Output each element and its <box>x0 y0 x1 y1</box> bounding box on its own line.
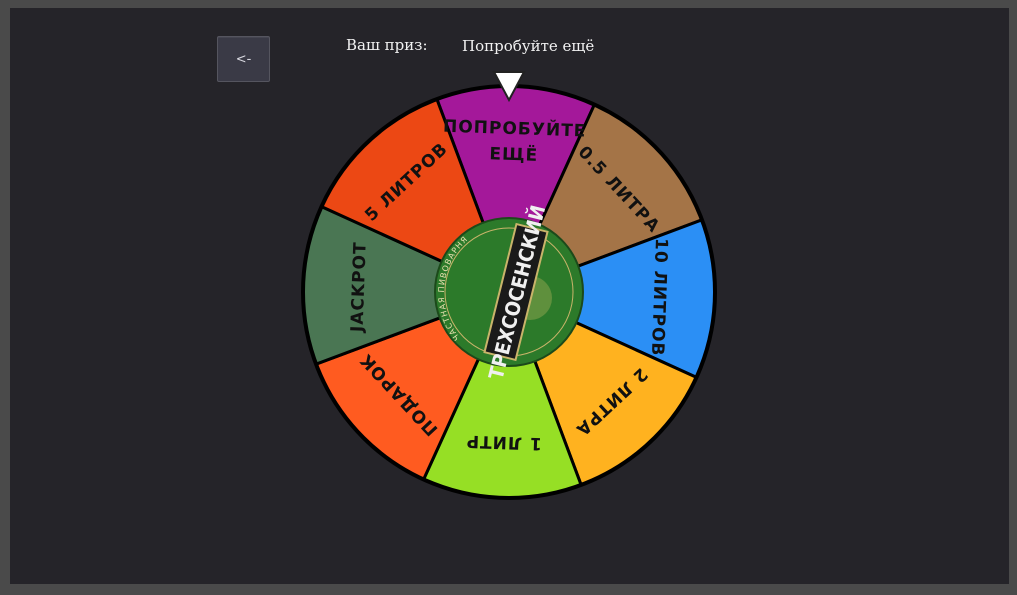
wheel-segment-label: 10 ЛИТРОВ <box>647 238 671 357</box>
wheel-segment-label: 1 ЛИТР <box>465 431 542 454</box>
wheel-segment-label-line: 10 ЛИТРОВ <box>647 238 671 357</box>
wheel-segment-label: JACKPOT <box>347 241 370 333</box>
wheel-segment-label-line: JACKPOT <box>347 241 370 333</box>
prize-wheel[interactable]: ПОПРОБУЙТЕЕЩЁ 0.5 ЛИТРА10 ЛИТРОВ2 ЛИТРА1 … <box>10 8 1009 584</box>
wheel-segment-label-line: ЕЩЁ <box>489 142 539 166</box>
app-frame: <- Ваш приз: Попробуйте ещё ПОПРОБУЙТЕ ЕЩ… <box>10 8 1009 584</box>
wheel-segment-label-line: 1 ЛИТР <box>465 431 542 454</box>
